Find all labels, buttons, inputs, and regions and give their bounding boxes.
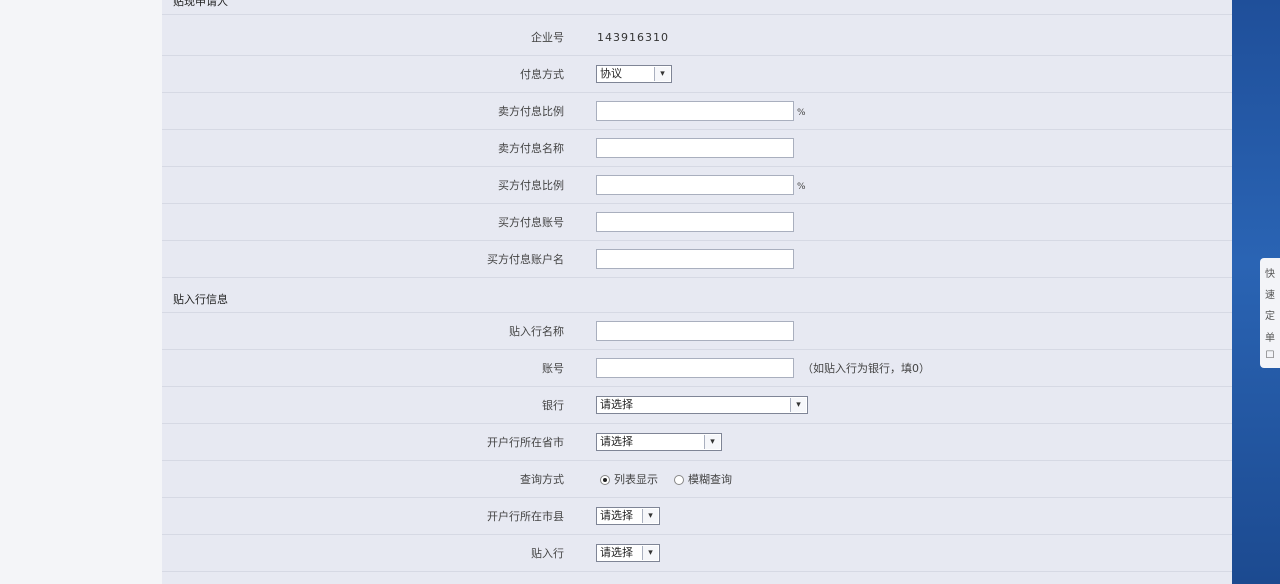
query-method-label: 查询方式 xyxy=(520,473,564,486)
interest-method-value: 协议 xyxy=(600,67,622,80)
account-no-label: 账号 xyxy=(542,362,564,375)
section-title: 贴现申请人 xyxy=(173,0,228,8)
buyer-interest-account-input[interactable] xyxy=(596,212,794,232)
row-query-method: 查询方式 列表显示 模糊查询 xyxy=(162,461,1232,498)
row-branch-city: 开户行所在市县 请选择 ▾ xyxy=(162,498,1232,535)
left-gutter xyxy=(0,0,162,584)
row-discount-bank: 贴入行 请选择 ▾ xyxy=(162,535,1232,572)
branch-province-value: 请选择 xyxy=(600,435,633,448)
row-interest-method: 付息方式 协议 ▾ xyxy=(162,56,1232,93)
buyer-interest-ratio-input[interactable] xyxy=(596,175,794,195)
account-no-input[interactable] xyxy=(596,358,794,378)
chevron-down-icon[interactable]: ▾ xyxy=(790,398,806,412)
buyer-interest-ratio-label: 买方付息比例 xyxy=(498,179,564,192)
buyer-interest-account-label: 买方付息账号 xyxy=(498,216,564,229)
chevron-down-icon[interactable]: ▾ xyxy=(654,67,670,81)
enterprise-no-value: 143916310 xyxy=(597,31,669,44)
discount-bank-select[interactable]: 请选择 ▾ xyxy=(596,544,660,562)
radio-list-display-label[interactable]: 列表显示 xyxy=(614,461,658,498)
radio-fuzzy-query-label[interactable]: 模糊查询 xyxy=(688,461,732,498)
row-buyer-interest-account: 买方付息账号 xyxy=(162,204,1232,241)
chevron-down-icon[interactable]: ▾ xyxy=(642,546,658,560)
percent-suffix: % xyxy=(797,108,806,118)
enterprise-no-label: 企业号 xyxy=(531,31,564,44)
row-bank: 银行 请选择 ▾ xyxy=(162,387,1232,424)
row-discount-bank-name: 贴入行名称 xyxy=(162,313,1232,350)
discount-bank-label: 贴入行 xyxy=(531,547,564,560)
chevron-down-icon[interactable]: ▾ xyxy=(642,509,658,523)
interest-method-label: 付息方式 xyxy=(520,68,564,81)
query-method-radio-group: 列表显示 模糊查询 xyxy=(600,461,732,498)
seller-interest-ratio-label: 卖方付息比例 xyxy=(498,105,564,118)
account-no-hint: （如贴入行为银行，填0） xyxy=(802,362,930,375)
chevron-down-icon[interactable]: ▾ xyxy=(704,435,720,449)
seller-interest-ratio-input[interactable] xyxy=(596,101,794,121)
section-title: 贴入行信息 xyxy=(173,293,228,306)
bank-label: 银行 xyxy=(542,399,564,412)
float-char: 快 xyxy=(1265,269,1275,281)
row-branch-province: 开户行所在省市 请选择 ▾ xyxy=(162,424,1232,461)
row-buyer-interest-ratio: 买方付息比例 % xyxy=(162,167,1232,204)
branch-province-label: 开户行所在省市 xyxy=(487,436,564,449)
section-bank-info: 贴入行信息 xyxy=(162,288,1232,313)
bank-select[interactable]: 请选择 ▾ xyxy=(596,396,808,414)
percent-suffix: % xyxy=(797,182,806,192)
row-seller-interest-ratio: 卖方付息比例 % xyxy=(162,93,1232,130)
float-icon: ☐ xyxy=(1265,349,1275,361)
branch-city-label: 开户行所在市县 xyxy=(487,510,564,523)
row-enterprise-no: 企业号 143916310 xyxy=(162,19,1232,56)
row-buyer-interest-account-name: 买方付息账户名 xyxy=(162,241,1232,278)
discount-bank-value: 请选择 xyxy=(600,546,633,559)
buyer-interest-account-name-label: 买方付息账户名 xyxy=(487,253,564,266)
buyer-interest-account-name-input[interactable] xyxy=(596,249,794,269)
branch-city-value: 请选择 xyxy=(600,509,633,522)
radio-list-display[interactable] xyxy=(600,474,610,485)
row-account-no: 账号 （如贴入行为银行，填0） xyxy=(162,350,1232,387)
float-char: 速 xyxy=(1265,290,1275,302)
branch-city-select[interactable]: 请选择 ▾ xyxy=(596,507,660,525)
seller-interest-name-input[interactable] xyxy=(596,138,794,158)
section-applicant: 贴现申请人 xyxy=(162,0,1232,15)
discount-bank-name-input[interactable] xyxy=(596,321,794,341)
bank-value: 请选择 xyxy=(600,398,633,411)
float-char: 定 xyxy=(1265,311,1275,323)
quick-order-float-button[interactable]: 快 速 定 单 ☐ xyxy=(1260,258,1280,368)
radio-fuzzy-query[interactable] xyxy=(674,474,684,485)
float-char: 单 xyxy=(1265,332,1275,344)
interest-method-select[interactable]: 协议 ▾ xyxy=(596,65,672,83)
discount-bank-name-label: 贴入行名称 xyxy=(509,325,564,338)
seller-interest-name-label: 卖方付息名称 xyxy=(498,142,564,155)
branch-province-select[interactable]: 请选择 ▾ xyxy=(596,433,722,451)
row-seller-interest-name: 卖方付息名称 xyxy=(162,130,1232,167)
